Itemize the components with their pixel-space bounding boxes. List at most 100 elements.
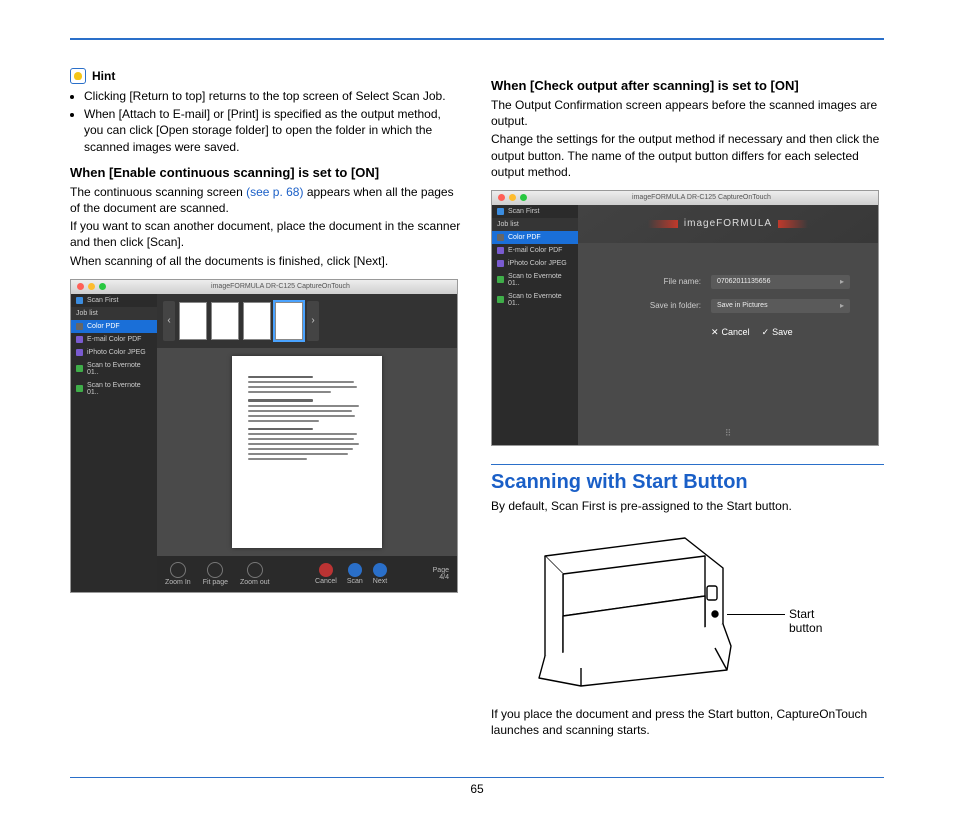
sidebar-item-color-pdf[interactable]: Color PDF xyxy=(71,320,157,333)
subheading-check-output: When [Check output after scanning] is se… xyxy=(491,78,884,93)
scanner-illustration: Start button xyxy=(505,526,845,696)
sidebar-item-iphoto[interactable]: iPhoto Color JPEG xyxy=(71,346,157,359)
page-footer: 65 xyxy=(0,777,954,796)
cancel-button[interactable]: Cancel xyxy=(315,563,337,585)
manual-page: Hint Clicking [Return to top] returns to… xyxy=(0,0,954,818)
window-titlebar: imageFORMULA DR-C125 CaptureOnTouch xyxy=(71,280,457,294)
page-thumbnail[interactable] xyxy=(243,302,271,340)
stepper-icon: ▸ xyxy=(840,301,844,310)
sidebar-item-email-pdf[interactable]: E-mail Color PDF xyxy=(492,244,578,257)
resize-grip-icon: ⠿ xyxy=(578,422,878,445)
cancel-button[interactable]: ✕Cancel xyxy=(711,327,750,338)
job-icon xyxy=(497,234,504,241)
sidebar-heading: Job list xyxy=(71,307,157,320)
sidebar-item-evernote2[interactable]: Scan to Evernote 01.. xyxy=(71,379,157,399)
fit-page-icon xyxy=(207,562,223,578)
hint-icon xyxy=(70,68,86,84)
sidebar-item-evernote1[interactable]: Scan to Evernote 01.. xyxy=(492,270,578,290)
cancel-icon xyxy=(319,563,333,577)
wing-icon xyxy=(778,220,808,228)
zoom-in-icon xyxy=(170,562,186,578)
window-title: imageFORMULA DR-C125 CaptureOnTouch xyxy=(110,283,451,290)
save-folder-row: Save in folder: Save in Pictures▸ xyxy=(606,299,850,313)
file-name-row: File name: 07062011135656▸ xyxy=(606,275,850,289)
fit-page-button[interactable]: Fit page xyxy=(203,562,228,586)
save-folder-field[interactable]: Save in Pictures▸ xyxy=(711,299,850,313)
window-titlebar: imageFORMULA DR-C125 CaptureOnTouch xyxy=(492,191,878,205)
next-icon xyxy=(373,563,387,577)
sidebar-item-scan-first[interactable]: Scan First xyxy=(71,294,157,307)
sidebar-item-scan-first[interactable]: Scan First xyxy=(492,205,578,218)
zoom-icon xyxy=(99,283,106,290)
prev-thumb-button[interactable]: ‹ xyxy=(163,301,175,341)
job-icon xyxy=(497,276,504,283)
preview-area: ‹ › xyxy=(157,294,457,592)
document-preview xyxy=(157,348,457,556)
zoom-out-icon xyxy=(247,562,263,578)
sidebar-item-iphoto[interactable]: iPhoto Color JPEG xyxy=(492,257,578,270)
hint-header: Hint xyxy=(70,68,463,84)
body-text: The continuous scanning screen (see p. 6… xyxy=(70,184,463,216)
zoom-in-button[interactable]: Zoom In xyxy=(165,562,191,586)
job-icon xyxy=(497,247,504,254)
callout-line xyxy=(727,614,785,615)
page-thumbnail[interactable] xyxy=(275,302,303,340)
job-icon xyxy=(76,336,83,343)
job-icon xyxy=(497,296,504,303)
footer-rule xyxy=(70,777,884,778)
job-icon xyxy=(497,260,504,267)
page-thumbnail[interactable] xyxy=(179,302,207,340)
app-sidebar: Scan First Job list Color PDF E-mail Col… xyxy=(71,294,157,592)
body-text: Change the settings for the output metho… xyxy=(491,131,884,180)
body-text: If you want to scan another document, pl… xyxy=(70,218,463,250)
brand-label: imageFORMULA xyxy=(684,218,772,229)
minimize-icon xyxy=(88,283,95,290)
scan-icon xyxy=(497,208,504,215)
job-icon xyxy=(76,365,83,372)
wing-icon xyxy=(648,220,678,228)
scan-button[interactable]: Scan xyxy=(347,563,363,585)
check-icon: ✓ xyxy=(762,327,770,338)
right-column: When [Check output after scanning] is se… xyxy=(491,68,884,741)
body-text: When scanning of all the documents is fi… xyxy=(70,253,463,269)
body-text: The Output Confirmation screen appears b… xyxy=(491,97,884,129)
close-icon xyxy=(77,283,84,290)
file-name-field[interactable]: 07062011135656▸ xyxy=(711,275,850,289)
screenshot-output-confirmation: imageFORMULA DR-C125 CaptureOnTouch Scan… xyxy=(491,190,879,446)
output-confirm-area: imageFORMULA File name: 07062011135656▸ … xyxy=(578,205,878,445)
body-text: By default, Scan First is pre-assigned t… xyxy=(491,498,884,514)
sidebar-item-evernote1[interactable]: Scan to Evernote 01.. xyxy=(71,359,157,379)
scanner-icon xyxy=(505,526,765,696)
sidebar-item-email-pdf[interactable]: E-mail Color PDF xyxy=(71,333,157,346)
section-heading-start-button: Scanning with Start Button xyxy=(491,471,884,494)
job-icon xyxy=(76,349,83,356)
hint-item: When [Attach to E-mail] or [Print] is sp… xyxy=(84,106,463,155)
stepper-icon: ▸ xyxy=(840,277,844,286)
page-number: 65 xyxy=(0,782,954,796)
save-button[interactable]: ✓Save xyxy=(762,327,793,338)
subheading-continuous-scanning: When [Enable continuous scanning] is set… xyxy=(70,165,463,180)
zoom-icon xyxy=(520,194,527,201)
page-thumbnail[interactable] xyxy=(211,302,239,340)
hint-item: Clicking [Return to top] returns to the … xyxy=(84,88,463,104)
callout-label: Start button xyxy=(789,607,845,635)
thumbnail-row: ‹ › xyxy=(157,294,457,348)
field-label: Save in folder: xyxy=(606,301,701,310)
bottom-toolbar: Zoom In Fit page Zoom out Cancel Scan Ne… xyxy=(157,556,457,592)
page-link[interactable]: (see p. 68) xyxy=(246,185,303,199)
minimize-icon xyxy=(509,194,516,201)
zoom-out-button[interactable]: Zoom out xyxy=(240,562,270,586)
sidebar-item-evernote2[interactable]: Scan to Evernote 01.. xyxy=(492,290,578,310)
scan-icon xyxy=(348,563,362,577)
next-button[interactable]: Next xyxy=(373,563,387,585)
field-label: File name: xyxy=(606,277,701,286)
top-rule xyxy=(70,38,884,40)
hint-label: Hint xyxy=(92,69,115,83)
close-icon xyxy=(498,194,505,201)
next-thumb-button[interactable]: › xyxy=(307,301,319,341)
left-column: Hint Clicking [Return to top] returns to… xyxy=(70,68,463,741)
page-image xyxy=(232,356,382,548)
two-column-layout: Hint Clicking [Return to top] returns to… xyxy=(70,68,884,741)
sidebar-item-color-pdf[interactable]: Color PDF xyxy=(492,231,578,244)
job-icon xyxy=(76,323,83,330)
